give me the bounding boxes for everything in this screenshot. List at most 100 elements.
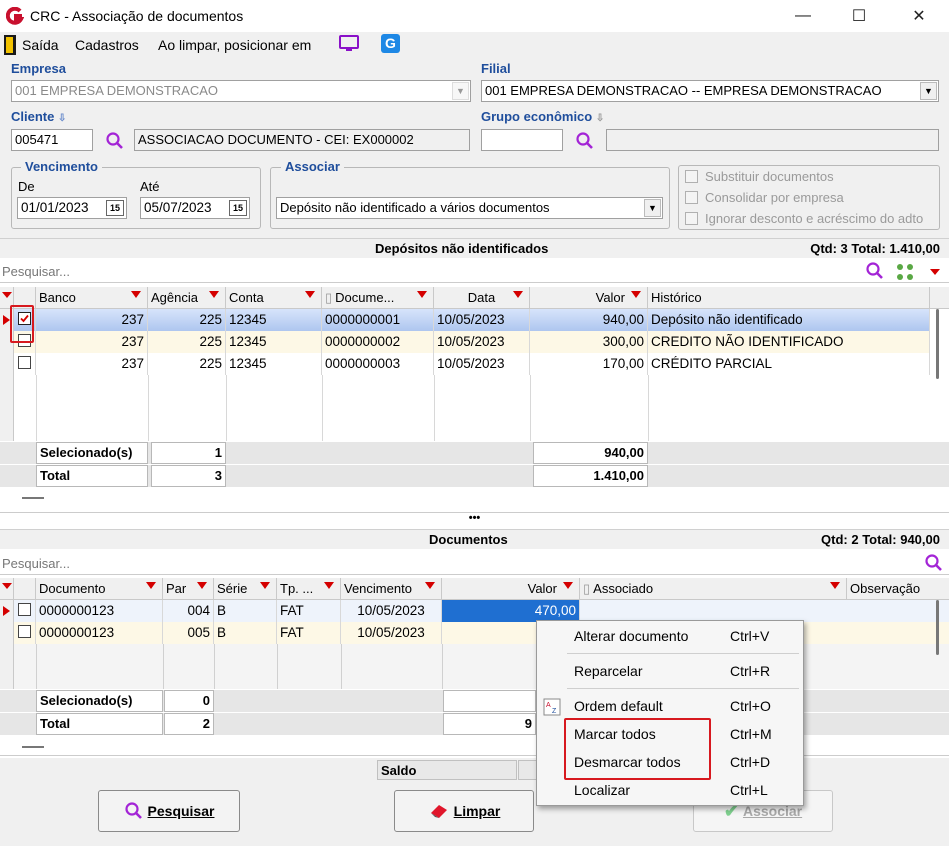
menu-cadastros[interactable]: Cadastros <box>75 37 139 53</box>
monitor-icon[interactable] <box>338 34 360 54</box>
header-vencimento[interactable]: Vencimento <box>341 578 442 600</box>
filter-icon <box>417 291 427 298</box>
menu-item-reparcelar[interactable]: Reparcelar Ctrl+R <box>537 660 803 684</box>
cell-banco: 237 <box>36 309 148 331</box>
cell-tp: FAT <box>277 622 341 644</box>
minimize-button[interactable]: — <box>780 0 826 32</box>
date-from-value: 01/01/2023 <box>21 200 89 215</box>
cell-documento: 0000000123 <box>36 600 163 622</box>
menu-item-ordem-default[interactable]: A Z Ordem default Ctrl+O <box>537 695 803 719</box>
checkbox[interactable] <box>18 625 31 638</box>
table-row[interactable]: 237 225 12345 0000000002 10/05/2023 300,… <box>14 331 930 353</box>
cliente-code-input[interactable]: 005471 <box>11 129 93 151</box>
header-documento[interactable]: ▯ Docume... <box>322 287 434 309</box>
date-to-input[interactable]: 05/07/2023 15 <box>140 197 250 219</box>
header-documento[interactable]: Documento <box>36 578 163 600</box>
filter-icon <box>209 291 219 298</box>
chevron-down-icon: ▼ <box>452 82 469 100</box>
menu-ao-limpar[interactable]: Ao limpar, posicionar em <box>158 37 311 53</box>
checkbox[interactable] <box>685 191 698 204</box>
associar-select[interactable]: Depósito não identificado a vários docum… <box>276 197 663 219</box>
associar-value: Depósito não identificado a vários docum… <box>280 200 550 215</box>
table-row[interactable]: 0000000123 005 B FAT 10/05/2023 <box>14 622 949 644</box>
header-associado[interactable]: ▯ Associado <box>580 578 847 600</box>
option-substituir[interactable]: Substituir documentos <box>685 169 834 184</box>
empresa-label: Empresa <box>11 61 66 76</box>
saldo-label: Saldo <box>377 760 517 780</box>
menu-item-localizar[interactable]: Localizar Ctrl+L <box>537 779 803 803</box>
close-button[interactable]: ✕ <box>896 0 942 32</box>
depositos-title: Depósitos não identificados <box>375 241 549 256</box>
footer-total-valor: 1.410,00 <box>533 465 648 487</box>
search-icon[interactable] <box>105 131 125 151</box>
cell-documento: 0000000003 <box>322 353 434 375</box>
menu-item-alterar-documento[interactable]: Alterar documento Ctrl+V <box>537 625 803 649</box>
filial-select[interactable]: 001 EMPRESA DEMONSTRACAO -- EMPRESA DEMO… <box>481 80 939 102</box>
cell-valor-editing[interactable]: 470,00 <box>442 600 580 622</box>
splitter-handle[interactable]: ••• <box>0 513 949 527</box>
header-agencia[interactable]: Agência <box>148 287 226 309</box>
grid-layout-icon[interactable] <box>895 262 917 282</box>
document-icon: ▯ <box>583 581 591 596</box>
grupo-label: Grupo econômico ⇩ <box>481 109 605 124</box>
header-valor[interactable]: Valor <box>530 287 648 309</box>
checkbox-highlight-box <box>10 305 34 343</box>
documentos-search-input[interactable]: Pesquisar... <box>2 556 70 571</box>
svg-text:Z: Z <box>552 708 557 715</box>
calendar-icon[interactable]: 15 <box>229 200 247 216</box>
header-conta[interactable]: Conta <box>226 287 322 309</box>
date-from-input[interactable]: 01/01/2023 15 <box>17 197 127 219</box>
row-checkbox-cell[interactable] <box>14 353 36 375</box>
header-banco[interactable]: Banco <box>36 287 148 309</box>
footer-sel-count: 1 <box>151 442 226 464</box>
exit-door-icon[interactable] <box>4 35 16 55</box>
header-par[interactable]: Par <box>163 578 214 600</box>
pesquisar-button[interactable]: Pesquisar <box>98 790 240 832</box>
option-ignorar[interactable]: Ignorar desconto e acréscimo do adto <box>685 211 923 226</box>
header-tp[interactable]: Tp. ... <box>277 578 341 600</box>
row-checkbox-cell[interactable] <box>14 622 36 644</box>
menu-item-label: Ordem default <box>574 698 663 714</box>
horizontal-scrollbar[interactable] <box>22 497 44 499</box>
search-icon[interactable] <box>924 553 944 573</box>
header-check[interactable] <box>14 578 36 600</box>
limpar-label: Limpar <box>453 803 501 819</box>
vertical-scrollbar[interactable] <box>936 309 939 379</box>
checkbox[interactable] <box>18 356 31 369</box>
header-valor[interactable]: Valor <box>442 578 580 600</box>
footer-total-valor: 9 <box>443 713 536 735</box>
maximize-button[interactable]: ☐ <box>836 0 882 32</box>
checkbox[interactable] <box>685 212 698 225</box>
vertical-scrollbar[interactable] <box>936 600 939 655</box>
filter-icon <box>563 582 573 589</box>
option-consolidar[interactable]: Consolidar por empresa <box>685 190 844 205</box>
checkbox[interactable] <box>18 603 31 616</box>
grupo-code-input[interactable] <box>481 129 563 151</box>
table-row[interactable]: 237 225 12345 0000000003 10/05/2023 170,… <box>14 353 930 375</box>
search-icon[interactable] <box>865 261 885 281</box>
empresa-select[interactable]: 001 EMPRESA DEMONSTRACAO ▼ <box>11 80 471 102</box>
dropdown-arrow-icon[interactable] <box>930 269 940 275</box>
svg-text:A: A <box>546 702 551 709</box>
cell-documento: 0000000002 <box>322 331 434 353</box>
app-g-icon[interactable]: G <box>381 34 400 53</box>
menu-saida[interactable]: Saída <box>22 37 59 53</box>
filter-icon <box>324 582 334 589</box>
limpar-button[interactable]: Limpar <box>394 790 534 832</box>
header-serie[interactable]: Série <box>214 578 277 600</box>
calendar-icon[interactable]: 15 <box>106 200 124 216</box>
filial-value: 001 EMPRESA DEMONSTRACAO -- EMPRESA DEMO… <box>485 83 882 98</box>
search-icon[interactable] <box>575 131 595 151</box>
header-data[interactable]: Data <box>434 287 530 309</box>
header-observacao[interactable]: Observação <box>847 578 949 600</box>
depositos-search-input[interactable]: Pesquisar... <box>2 264 70 279</box>
table-row[interactable]: 0000000123 004 B FAT 10/05/2023 470,00 <box>14 600 949 622</box>
horizontal-scrollbar[interactable] <box>22 746 44 748</box>
row-checkbox-cell[interactable] <box>14 600 36 622</box>
header-historico[interactable]: Histórico <box>648 287 930 309</box>
title-bar: CRC - Associação de documentos — ☐ ✕ <box>0 0 949 32</box>
checkbox[interactable] <box>685 170 698 183</box>
window-title: CRC - Associação de documentos <box>30 8 244 24</box>
empresa-value: 001 EMPRESA DEMONSTRACAO <box>15 83 218 98</box>
table-row[interactable]: 237 225 12345 0000000001 10/05/2023 940,… <box>14 309 930 331</box>
